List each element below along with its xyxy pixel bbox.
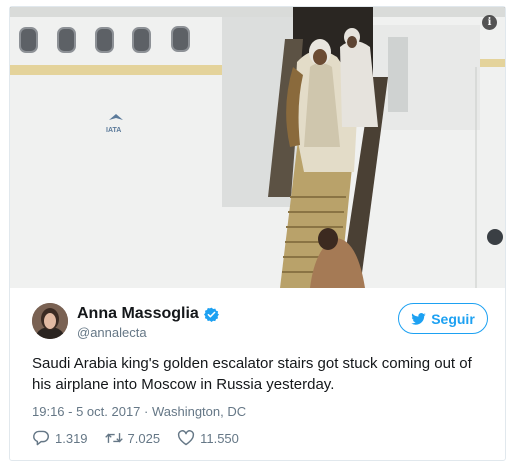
tweet-timestamp[interactable]: 19:16 - 5 oct. 2017 · Washington, DC [32, 404, 246, 419]
info-icon[interactable]: i [482, 15, 497, 30]
iata-logo: IATA [106, 127, 121, 134]
like-button[interactable]: 11.550 [177, 430, 239, 446]
avatar[interactable] [32, 303, 68, 339]
author-handle[interactable]: @annalecta [77, 325, 147, 340]
reply-count: 1.319 [55, 430, 88, 446]
tweet-card: IATA i Anna Massoglia @annalecta Seguir … [9, 6, 506, 461]
author-name-text: Anna Massoglia [77, 305, 199, 322]
reply-icon [33, 430, 49, 446]
tweet-actions: 1.319 7.025 11.550 [32, 430, 256, 446]
reply-button[interactable]: 1.319 [32, 430, 88, 446]
retweet-count: 7.025 [127, 430, 161, 446]
avatar-image [32, 303, 68, 339]
like-count: 11.550 [200, 430, 239, 446]
twitter-bird-icon [411, 312, 426, 325]
retweet-button[interactable]: 7.025 [104, 430, 161, 446]
media-image: IATA [10, 7, 505, 288]
follow-button[interactable]: Seguir [398, 303, 488, 334]
author-name[interactable]: Anna Massoglia [77, 305, 219, 323]
follow-button-label: Seguir [431, 310, 475, 327]
tweet-text: Saudi Arabia king's golden escalator sta… [32, 355, 472, 393]
heart-icon [178, 430, 195, 446]
retweet-icon [104, 433, 123, 443]
verified-badge-icon [203, 307, 219, 322]
tweet-media[interactable]: IATA i [10, 7, 505, 288]
